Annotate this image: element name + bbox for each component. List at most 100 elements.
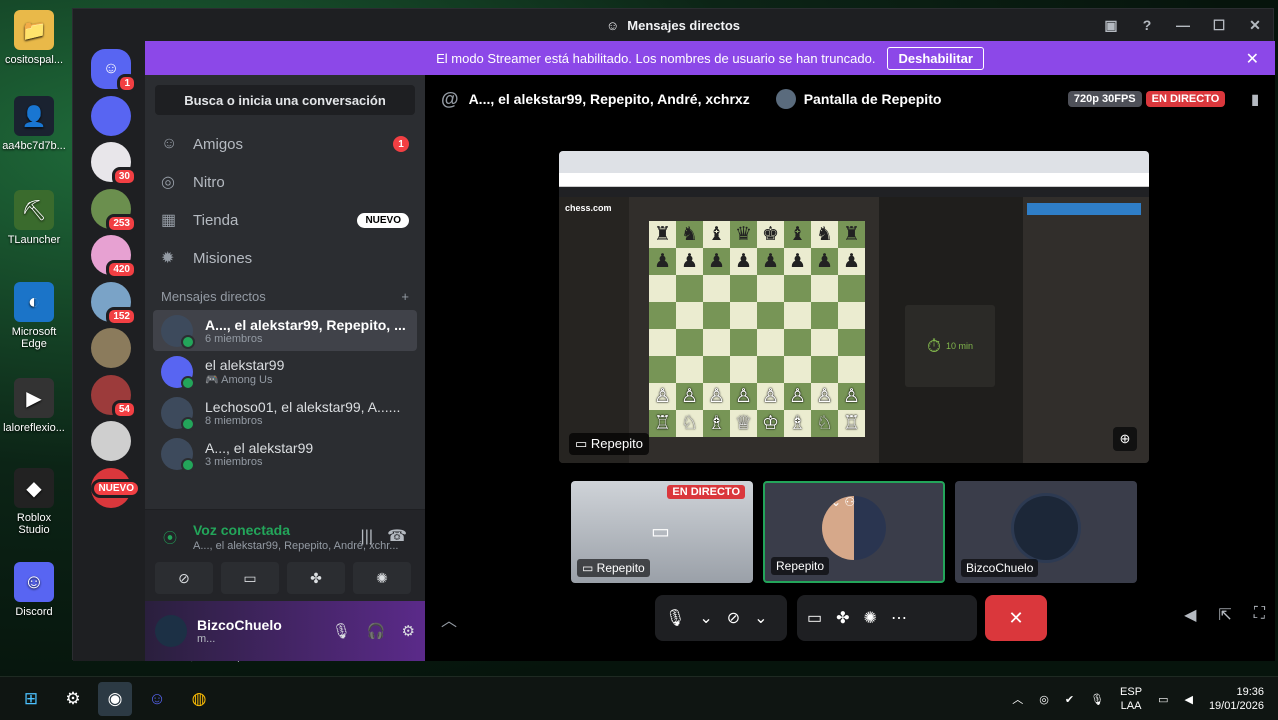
nav-badge: NUEVO bbox=[357, 212, 409, 228]
soundboard-button-icon[interactable]: ✺ bbox=[353, 562, 411, 594]
desktop-icon[interactable]: ◆ Roblox Studio bbox=[0, 468, 68, 536]
chess-piece: ♙ bbox=[815, 386, 834, 407]
chrome-icon[interactable]: ◍ bbox=[182, 682, 216, 716]
activities-icon[interactable]: ✤ bbox=[287, 562, 345, 594]
nav-item-quest[interactable]: ✹ Misiones bbox=[145, 239, 425, 277]
close-button[interactable]: ✕ bbox=[1237, 17, 1273, 34]
chess-square bbox=[703, 302, 730, 329]
chess-piece: ♙ bbox=[788, 386, 807, 407]
desktop-icon[interactable]: 📁 cositospal... bbox=[0, 10, 68, 66]
server-icon[interactable]: 420 bbox=[91, 235, 137, 279]
chess-piece: ♟ bbox=[815, 251, 834, 272]
screen-share-stream[interactable]: chess.com ♜ ♞ ♝ ♛ ♚ ♝ ♞ ♜ ♟ ♟ ♟ ♟ ♟ ♟ ♟ ♟ ♙ ♙ ♙ ♙ ♙ ♙ ♙ ♙ ♖ ♘ ♗ ♕ ♔ ♗… bbox=[559, 151, 1149, 463]
chess-square bbox=[703, 356, 730, 383]
plus-icon[interactable]: + bbox=[401, 289, 409, 304]
close-icon[interactable]: ✕ bbox=[1246, 49, 1259, 69]
network-icon[interactable]: ▭ bbox=[1158, 693, 1168, 706]
soundboard-icon[interactable]: ✺ bbox=[864, 608, 877, 628]
tray-app-icon[interactable]: ✔ bbox=[1065, 693, 1074, 706]
microphone-icon[interactable]: 🎙 bbox=[1090, 693, 1104, 706]
discord-icon[interactable]: ☺ bbox=[140, 682, 174, 716]
screen-share-icon[interactable]: ▭ bbox=[807, 608, 822, 628]
headphones-icon[interactable]: 🎧 bbox=[367, 622, 386, 640]
chess-piece: ♕ bbox=[734, 413, 753, 434]
app-icon: 📁 bbox=[14, 10, 54, 50]
gear-icon[interactable]: ⚙ bbox=[402, 622, 415, 640]
chevron-down-icon[interactable]: ⌄ bbox=[754, 608, 767, 628]
desktop-icon[interactable]: ▶ laloreflexio... bbox=[0, 378, 68, 434]
microphone-icon[interactable]: 🎙 bbox=[665, 608, 685, 628]
steam-icon[interactable]: ◉ bbox=[98, 681, 132, 716]
participant-tile[interactable]: ⌄ ⚇ Repepito bbox=[763, 481, 945, 583]
nav-item-person-wave[interactable]: ☺ Amigos 1 bbox=[145, 125, 425, 163]
popout-icon[interactable]: ⇱ bbox=[1218, 605, 1231, 625]
activities-icon[interactable]: ✤ bbox=[836, 608, 849, 628]
server-icon[interactable] bbox=[91, 421, 131, 461]
live-badge: EN DIRECTO bbox=[667, 485, 745, 499]
tray-app-icon[interactable]: ◎ bbox=[1039, 693, 1049, 706]
voice-status[interactable]: Voz conectada bbox=[193, 522, 290, 538]
desktop-icon[interactable]: ⛏ TLauncher bbox=[0, 190, 68, 246]
server-icon[interactable]: 253 bbox=[91, 188, 137, 233]
nav-label: Nitro bbox=[193, 173, 225, 191]
server-icon[interactable]: 152 bbox=[91, 281, 137, 326]
chevron-down-icon[interactable]: ⌄ bbox=[699, 608, 712, 628]
search-input[interactable]: Busca o inicia una conversación bbox=[155, 85, 415, 115]
desktop-icon[interactable]: 👤 aa4bc7d7b... bbox=[0, 96, 68, 152]
disconnect-icon[interactable]: ☎ bbox=[387, 526, 407, 546]
screen-title: Pantalla de Repepito bbox=[775, 89, 941, 109]
server-icon[interactable]: 30 bbox=[91, 142, 137, 186]
chess-piece: ♝ bbox=[707, 224, 726, 245]
help-icon[interactable]: ? bbox=[1129, 17, 1165, 33]
disable-streamer-button[interactable]: Deshabilitar bbox=[887, 46, 984, 70]
microphone-icon[interactable]: 🎙 bbox=[332, 622, 351, 640]
chess-square bbox=[838, 329, 865, 356]
camera-off-icon[interactable]: ⊘ bbox=[155, 562, 213, 594]
server-icon[interactable] bbox=[91, 95, 131, 136]
screen-share-icon[interactable]: ▭ bbox=[221, 562, 279, 594]
settings-icon[interactable]: ⚙ bbox=[56, 682, 90, 716]
dm-item[interactable]: Lechoso01, el alekstar99, A...... 8 miemb… bbox=[153, 392, 417, 433]
dm-item[interactable]: A..., el alekstar99, Repepito, ... 6 miem… bbox=[153, 310, 417, 351]
chess-piece: ♚ bbox=[761, 224, 780, 245]
language-indicator[interactable]: ESP LAA bbox=[1120, 685, 1142, 713]
participant-tile[interactable]: EN DIRECTO ▭ ▭ Repepito bbox=[571, 481, 753, 583]
desktop-icon[interactable]: ◐ Microsoft Edge bbox=[0, 282, 68, 350]
chess-square: ♙ bbox=[784, 383, 811, 410]
nav-item-nitro[interactable]: ◎ Nitro bbox=[145, 163, 425, 201]
volume-icon[interactable]: ◀ bbox=[1184, 605, 1196, 625]
participant-tile[interactable]: BizcoChuelo bbox=[955, 481, 1137, 583]
server-icon[interactable]: NUEVO bbox=[91, 467, 141, 508]
more-icon[interactable]: ⋯ bbox=[891, 608, 907, 628]
chevron-down-icon[interactable]: ⌄ ⚇ bbox=[831, 495, 855, 509]
server-icon[interactable]: 54 bbox=[91, 374, 137, 419]
chevron-up-icon[interactable]: ︿ bbox=[441, 607, 457, 631]
clock[interactable]: 19:36 19/01/2026 bbox=[1209, 685, 1264, 713]
volume-icon[interactable]: ◀ bbox=[1184, 693, 1192, 706]
chess-square: ♝ bbox=[784, 221, 811, 248]
avatar[interactable] bbox=[155, 615, 187, 647]
soundboard-icon[interactable]: ||| bbox=[361, 528, 373, 546]
desktop-icon[interactable]: ☺ Discord bbox=[0, 562, 68, 618]
app-icon: ☺ bbox=[14, 562, 54, 602]
dm-item[interactable]: el alekstar99 🎮 Among Us bbox=[153, 351, 417, 392]
quality-badge: 720p 30FPS bbox=[1067, 91, 1142, 107]
bookmark-icon[interactable]: ▮ bbox=[1251, 91, 1259, 108]
fullscreen-icon[interactable]: ⛶ bbox=[1254, 605, 1265, 625]
server-icon[interactable]: ☺ 1 bbox=[91, 49, 137, 93]
leave-call-button[interactable]: ✕ bbox=[985, 595, 1047, 641]
chevron-up-icon[interactable]: ︿ bbox=[1012, 691, 1023, 707]
maximize-button[interactable]: ☐ bbox=[1201, 17, 1237, 34]
minimize-button[interactable]: — bbox=[1165, 17, 1201, 33]
chess-square bbox=[730, 329, 757, 356]
start-icon[interactable]: ⊞ bbox=[14, 682, 48, 716]
zoom-icon[interactable]: ⊕ bbox=[1113, 427, 1137, 451]
dm-item[interactable]: A..., el alekstar99 3 miembros bbox=[153, 433, 417, 474]
server-icon[interactable] bbox=[91, 328, 131, 368]
browser-tabs bbox=[559, 151, 1149, 173]
inbox-icon[interactable]: ▣ bbox=[1093, 17, 1129, 34]
dm-sidebar: Busca o inicia una conversación ☺ Amigos 1… bbox=[145, 75, 425, 663]
camera-off-icon[interactable]: ⊘ bbox=[727, 608, 740, 628]
chess-piece: ♖ bbox=[842, 413, 861, 434]
nav-item-shop[interactable]: ▦ Tienda NUEVO bbox=[145, 201, 425, 239]
